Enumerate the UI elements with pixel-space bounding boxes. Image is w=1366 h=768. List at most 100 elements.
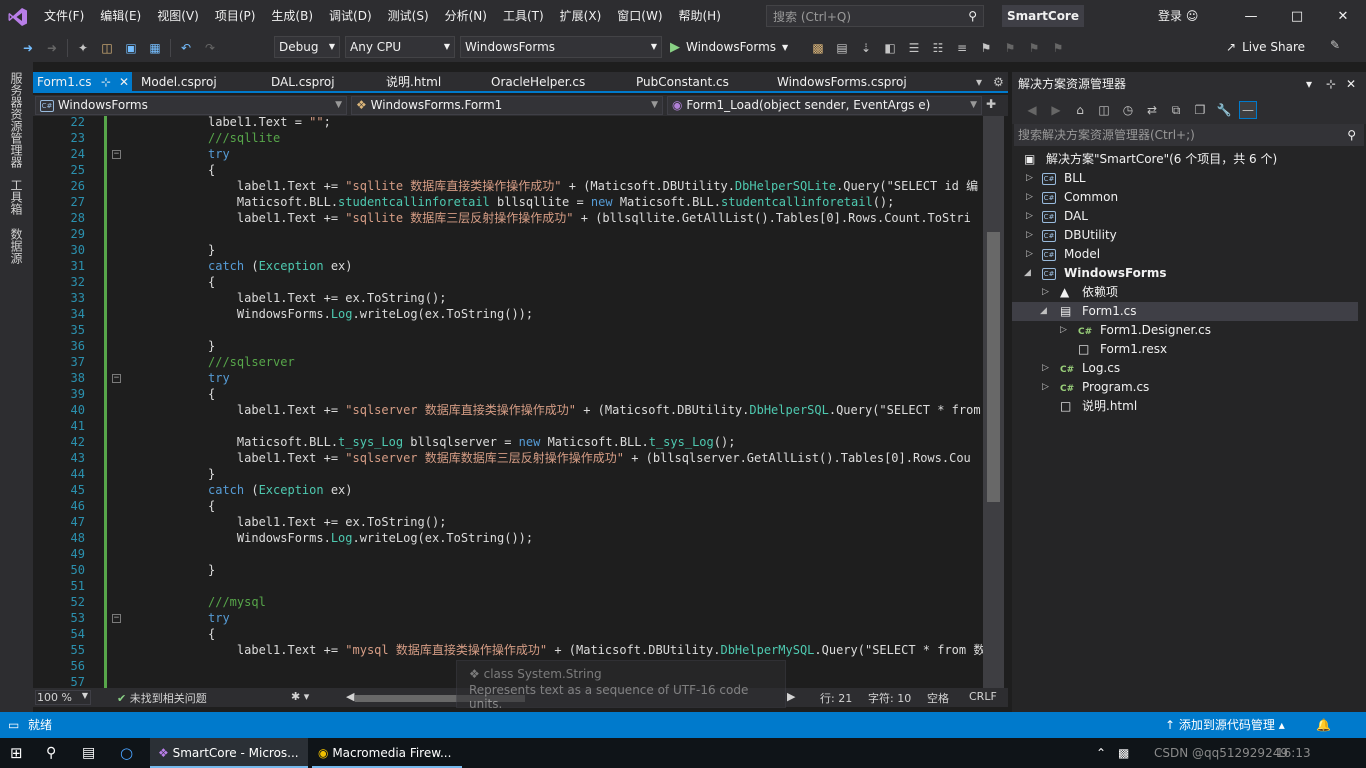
bookmark-icon[interactable]: ⚑ (977, 39, 995, 57)
layout-icon[interactable]: ◧ (881, 39, 899, 57)
panel-menu-icon[interactable]: ▾ (1306, 72, 1312, 96)
forward-icon[interactable]: ➜ (43, 39, 61, 57)
code-line[interactable]: 52 ///mysql (33, 594, 983, 610)
server-explorer-tab[interactable]: 服务器资源管理器 (8, 72, 25, 168)
prev-bookmark-icon[interactable]: ⚑ (1001, 39, 1019, 57)
menu-item-7[interactable]: 分析(N) (437, 0, 495, 33)
collapse-icon[interactable]: − (112, 150, 121, 159)
tray-expand-icon[interactable]: ⌃ (1096, 738, 1106, 768)
menu-item-2[interactable]: 视图(V) (149, 0, 207, 33)
code-line[interactable]: 46 { (33, 498, 983, 514)
maximize-button[interactable]: □ (1274, 0, 1320, 33)
split-icon[interactable]: ✚ (986, 97, 996, 111)
tree-item[interactable]: ▷ C# Form1.Designer.cs (1012, 321, 1358, 340)
save-all-icon[interactable]: ▦ (146, 39, 164, 57)
tree-item[interactable]: ▷ C# DAL (1012, 207, 1358, 226)
code-line[interactable]: 50} (33, 562, 983, 578)
project-dropdown[interactable]: C# WindowsForms ▼ (35, 96, 347, 115)
tab-form1-cs[interactable]: Form1.cs ⊹ ✕ (33, 72, 132, 93)
search-icon[interactable]: ⚲ (46, 738, 56, 768)
clock[interactable]: 16:13 (1276, 738, 1311, 768)
code-line[interactable]: 49 (33, 546, 983, 562)
home-icon[interactable]: ⌂ (1071, 101, 1089, 119)
tab-pubconstant-cs[interactable]: PubConstant.cs (636, 72, 729, 93)
next-bookmark-icon[interactable]: ⚑ (1025, 39, 1043, 57)
code-line[interactable]: 48 WindowsForms.Log.writeLog(ex.ToString… (33, 530, 983, 546)
login-link[interactable]: 登录 ☺ (1158, 0, 1198, 33)
tree-item[interactable]: □ Form1.resx (1012, 340, 1358, 359)
code-line[interactable]: 39 { (33, 386, 983, 402)
tree-item[interactable]: ◢ ▤ Form1.cs (1012, 302, 1358, 321)
code-line[interactable]: 27 Maticsoft.BLL.studentcallinforetail b… (33, 194, 983, 210)
pin-icon[interactable]: ⊹ (1326, 72, 1336, 96)
code-line[interactable]: 33 label1.Text += ex.ToString(); (33, 290, 983, 306)
member-dropdown[interactable]: ◉ Form1_Load(object sender, EventArgs e)… (667, 96, 982, 115)
expand-icon[interactable]: ▷ (1026, 169, 1033, 188)
attach-icon[interactable]: ▩ (809, 39, 827, 57)
browser-link-icon[interactable]: ▤ (833, 39, 851, 57)
tree-item[interactable]: ▷ ▲ 依赖项 (1012, 283, 1358, 302)
expand-icon[interactable]: ▷ (1042, 283, 1049, 302)
code-line[interactable]: 38 − try (33, 370, 983, 386)
code-line[interactable]: 24 − try (33, 146, 983, 162)
code-line[interactable]: 44} (33, 466, 983, 482)
live-share-button[interactable]: ↗ Live Share (1226, 36, 1305, 58)
code-editor[interactable]: 22 label1.Text = ""; 23 ///sqllite 24 − try 25 {… (33, 116, 983, 688)
code-line[interactable]: 40 label1.Text += "sqlserver 数据库直接类操作操作成… (33, 402, 983, 418)
code-line[interactable]: 55 label1.Text += "mysql 数据库直接类操作操作成功" +… (33, 642, 983, 658)
code-line[interactable]: 37 ///sqlserver (33, 354, 983, 370)
vertical-scrollbar[interactable] (983, 116, 1004, 688)
collapse-icon[interactable]: ◢ (1024, 264, 1031, 283)
tab-readme-html[interactable]: 说明.html (386, 72, 441, 93)
code-line[interactable]: 23 ///sqllite (33, 130, 983, 146)
code-line[interactable]: 41 (33, 418, 983, 434)
menu-item-11[interactable]: 帮助(H) (671, 0, 729, 33)
cortana-icon[interactable]: ○ (120, 738, 133, 768)
source-control-button[interactable]: ↑ 添加到源代码管理 ▴ (1165, 712, 1285, 738)
line-ending-indicator[interactable]: CRLF (969, 690, 997, 703)
menu-item-3[interactable]: 项目(P) (207, 0, 264, 33)
code-line[interactable]: 51 (33, 578, 983, 594)
scrollbar-thumb[interactable] (987, 232, 1000, 502)
tree-item[interactable]: ◢ C# WindowsForms (1012, 264, 1358, 283)
toolbox-tab[interactable]: 工具箱 (8, 179, 25, 215)
code-line[interactable]: 36} (33, 338, 983, 354)
windows-start-icon[interactable]: ⊞ (10, 738, 23, 768)
menu-item-4[interactable]: 生成(B) (263, 0, 321, 33)
start-debugging-button[interactable]: ▶ WindowsForms ▼ (670, 36, 788, 58)
taskbar-app-visual-studio[interactable]: ❖ SmartCore - Micros... (150, 738, 308, 768)
expand-icon[interactable]: ▷ (1026, 188, 1033, 207)
notification-bell-icon[interactable]: 🔔 (1316, 712, 1331, 738)
taskbar-app-fireworks[interactable]: ◉ Macromedia Firew... (312, 738, 462, 768)
code-line[interactable]: 53 − try (33, 610, 983, 626)
solution-search-input[interactable]: 搜索解决方案资源管理器(Ctrl+;) ⚲ (1014, 124, 1364, 146)
issues-indicator[interactable]: ✔ 未找到相关问题 (117, 690, 207, 706)
collapse-icon[interactable]: − (112, 374, 121, 383)
menu-item-6[interactable]: 测试(S) (380, 0, 437, 33)
forward-icon[interactable]: ▶ (1047, 101, 1065, 119)
code-line[interactable]: 35 (33, 322, 983, 338)
tree-solution-root[interactable]: ▣ 解决方案"SmartCore"(6 个项目，共 6 个) (1012, 150, 1358, 169)
class-dropdown[interactable]: ❖ WindowsForms.Form1 ▼ (351, 96, 663, 115)
save-icon[interactable]: ▣ (122, 39, 140, 57)
clear-bookmark-icon[interactable]: ⚑ (1049, 39, 1067, 57)
pending-changes-icon[interactable]: ◷ (1119, 101, 1137, 119)
platform-dropdown[interactable]: Any CPU ▼ (345, 36, 455, 58)
menu-item-8[interactable]: 工具(T) (495, 0, 552, 33)
properties-icon[interactable]: 🔧 (1215, 101, 1233, 119)
menu-item-10[interactable]: 窗口(W) (609, 0, 670, 33)
expand-icon[interactable]: ▷ (1026, 245, 1033, 264)
align-icon[interactable]: ☷ (929, 39, 947, 57)
collapse-all-icon[interactable]: ⧉ (1167, 101, 1185, 119)
feedback-icon[interactable]: ✎ (1330, 38, 1340, 52)
open-folder-icon[interactable]: ◫ (98, 39, 116, 57)
scroll-left-icon[interactable]: ◀ (346, 690, 354, 703)
tree-item[interactable]: ▷ C# Program.cs (1012, 378, 1358, 397)
switch-views-icon[interactable]: ◫ (1095, 101, 1113, 119)
code-line[interactable]: 47 label1.Text += ex.ToString(); (33, 514, 983, 530)
code-line[interactable]: 31 catch (Exception ex) (33, 258, 983, 274)
data-sources-tab[interactable]: 数据源 (8, 228, 25, 264)
menu-item-9[interactable]: 扩展(X) (552, 0, 610, 33)
code-line[interactable]: 26 label1.Text += "sqllite 数据库直接类操作操作成功"… (33, 178, 983, 194)
back-icon[interactable]: ➜ (19, 39, 37, 57)
